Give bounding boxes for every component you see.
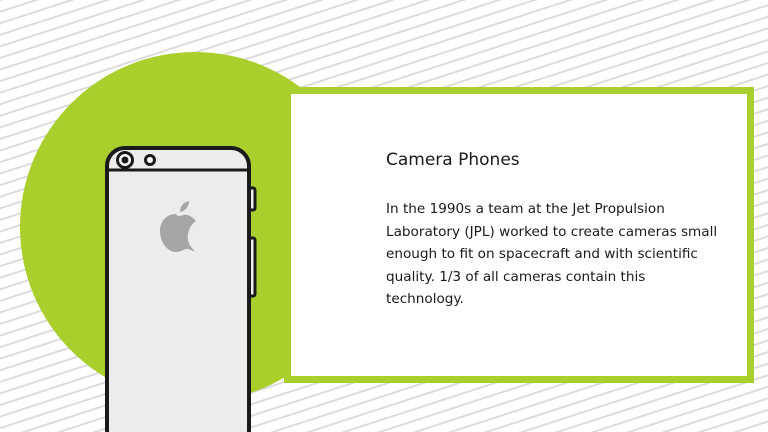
camera-lens-inner (121, 156, 129, 164)
info-card: Camera Phones In the 1990s a team at the… (284, 87, 754, 383)
phone-body (105, 146, 251, 432)
card-body-text: In the 1990s a team at the Jet Propulsio… (386, 201, 718, 307)
camera-flash-icon (144, 154, 156, 166)
card-title: Camera Phones (386, 150, 520, 170)
infographic-scene: Camera Phones In the 1990s a team at the… (0, 0, 768, 432)
phone-back-icon (105, 146, 257, 432)
